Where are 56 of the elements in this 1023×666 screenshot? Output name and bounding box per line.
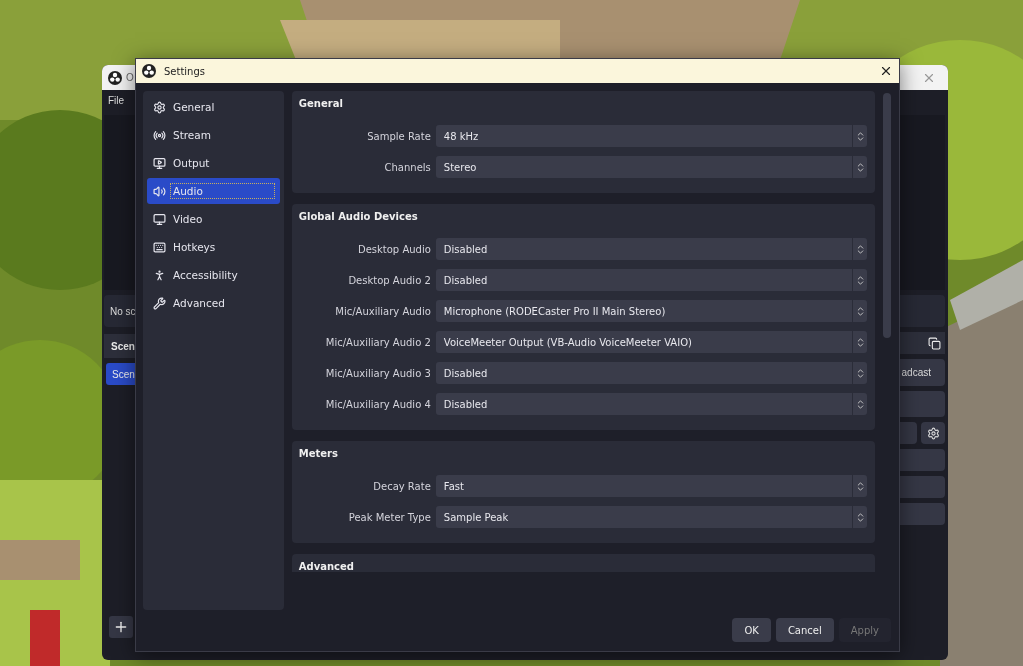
app-logo-icon: [142, 64, 156, 78]
field-label: Desktop Audio: [356, 243, 431, 255]
close-button[interactable]: [879, 64, 893, 78]
sidebar-item[interactable]: Hotkeys: [147, 234, 280, 260]
sidebar-item[interactable]: General: [147, 94, 280, 120]
select-field[interactable]: Disabled: [435, 269, 867, 291]
sidebar-icon: [153, 100, 166, 114]
field-label: Mic/Auxiliary Audio 2: [324, 336, 431, 348]
select-field[interactable]: Disabled: [435, 393, 867, 415]
field-label: Decay Rate: [372, 480, 431, 492]
sidebar-item[interactable]: Audio: [147, 178, 280, 204]
sidebar-icon: [153, 212, 166, 226]
sidebar-item[interactable]: Video: [147, 206, 280, 232]
field-label: Channels: [383, 161, 431, 173]
select-field[interactable]: Fast: [435, 475, 867, 497]
field-label: Mic/Auxiliary Audio 3: [324, 367, 431, 379]
select-field[interactable]: Disabled: [435, 238, 867, 260]
select-field[interactable]: Microphone (RODECaster Pro II Main Stereo): [435, 300, 867, 322]
sidebar-item[interactable]: Accessibility: [147, 262, 280, 288]
dialog-title: Settings: [164, 65, 206, 77]
settings-icon: [926, 426, 940, 440]
field-label: Mic/Auxiliary Audio 4: [324, 398, 431, 410]
close-icon: [879, 64, 893, 78]
field-label: Desktop Audio 2: [347, 274, 431, 286]
app-logo-icon: [108, 70, 122, 85]
panel-hint: No sc: [110, 305, 136, 317]
field-label: Mic/Auxiliary Audio: [334, 305, 431, 317]
sidebar-icon: [153, 156, 166, 170]
dialog-button[interactable]: Cancel: [775, 618, 834, 642]
sidebar-icon: [153, 240, 166, 254]
dock-title: Scen: [111, 340, 135, 352]
group-title: General: [298, 98, 344, 111]
settings-button[interactable]: [921, 422, 945, 444]
add-button[interactable]: [109, 616, 133, 638]
sidebar-item[interactable]: Stream: [147, 122, 280, 148]
sidebar-icon: [153, 296, 166, 310]
group-title: Advanced: [298, 561, 355, 572]
menu-item[interactable]: File: [108, 94, 125, 106]
sidebar-item[interactable]: Output: [147, 150, 280, 176]
select-field[interactable]: Disabled: [435, 362, 867, 384]
sidebar-icon: [153, 128, 166, 142]
select-field[interactable]: 48 kHz: [435, 125, 867, 147]
float-icon[interactable]: [928, 336, 941, 350]
select-field[interactable]: VoiceMeeter Output (VB-Audio VoiceMeeter VAIO): [435, 331, 867, 353]
dialog-button[interactable]: OK: [732, 618, 771, 642]
field-label: Sample Rate: [366, 130, 431, 142]
group-title: Global Audio Devices: [298, 211, 419, 224]
sidebar-item[interactable]: Advanced: [147, 290, 280, 316]
plus-icon: [113, 619, 129, 635]
group-title: Meters: [298, 448, 339, 461]
sidebar-icon: [153, 268, 166, 282]
select-field[interactable]: Sample Peak: [435, 506, 867, 528]
field-label: Peak Meter Type: [347, 511, 431, 523]
select-field[interactable]: Stereo: [435, 156, 867, 178]
scrollbar[interactable]: [883, 93, 891, 338]
sidebar-icon: [153, 184, 166, 198]
